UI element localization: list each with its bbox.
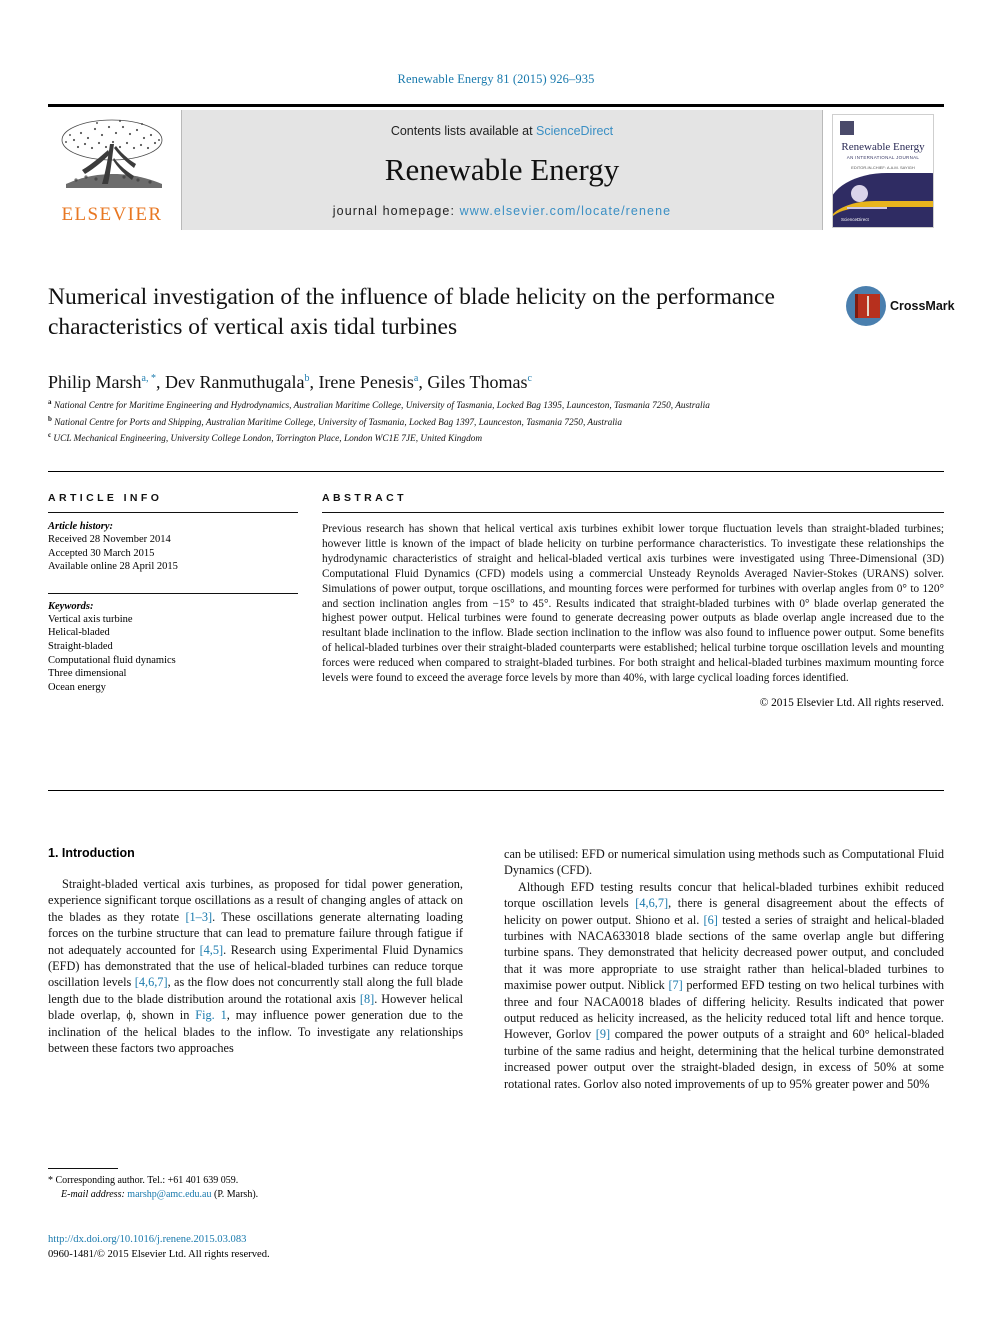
article-history-line: Available online 28 April 2015	[48, 561, 178, 573]
author-affiliation-marker: b	[304, 373, 310, 384]
article-history-line: Accepted 30 March 2015	[48, 547, 155, 559]
keyword-item: Three dimensional	[48, 668, 127, 680]
cover-emblem-icon	[851, 185, 868, 202]
page-title: Numerical investigation of the influence…	[48, 284, 775, 340]
citation-link[interactable]: [8]	[360, 992, 374, 1006]
journal-cover-thumbnail[interactable]: Renewable Energy AN INTERNATIONAL JOURNA…	[822, 110, 944, 230]
journal-band: Contents lists available at ScienceDirec…	[182, 110, 822, 230]
homepage-prefix: journal homepage:	[332, 204, 460, 218]
keyword-item: Straight-bladed	[48, 640, 113, 652]
abstract-heading: ABSTRACT	[322, 492, 407, 504]
affiliation-marker: c	[48, 431, 52, 440]
journal-title: Renewable Energy	[384, 152, 620, 187]
email-link[interactable]: marshp@amc.edu.au	[127, 1189, 211, 1200]
contents-available-line: Contents lists available at ScienceDirec…	[182, 124, 822, 138]
doi-block: http://dx.doi.org/10.1016/j.renene.2015.…	[48, 1233, 468, 1262]
affiliation-marker: a	[48, 398, 52, 406]
cover-journal-subtitle: AN INTERNATIONAL JOURNAL	[846, 155, 920, 160]
author-name: Dev Ranmuthugala	[164, 372, 305, 392]
running-head: Renewable Energy 81 (2015) 926–935	[397, 72, 595, 86]
article-history-lines: Received 28 November 2014 Accepted 30 Mar…	[48, 533, 298, 574]
sciencedirect-link[interactable]: ScienceDirect	[536, 124, 613, 138]
keywords-label: Keywords:	[48, 600, 94, 612]
cover-badge-icon	[840, 121, 854, 135]
journal-masthead: ELSEVIER Contents lists available at Sci…	[48, 104, 944, 230]
footnote-text: * Corresponding author. Tel.: +61 401 63…	[48, 1174, 463, 1201]
affiliation-line: c UCL Mechanical Engineering, University…	[48, 431, 483, 445]
cover-divider	[847, 207, 887, 209]
doi-link[interactable]: http://dx.doi.org/10.1016/j.renene.2015.…	[48, 1233, 468, 1248]
crossmark-label: CrossMark	[890, 299, 955, 313]
info-section-top-rule	[48, 471, 944, 472]
article-page: Renewable Energy 81 (2015) 926–935 ELSEV…	[0, 0, 992, 1323]
author-affiliation-marker: c	[527, 373, 532, 384]
title-block: Numerical investigation of the influence…	[48, 282, 828, 342]
abstract-copyright: © 2015 Elsevier Ltd. All rights reserved…	[759, 696, 944, 709]
citation-link[interactable]: [4,5]	[200, 943, 224, 957]
cover-journal-title: Renewable Energy	[841, 141, 925, 153]
abstract-text: Previous research has shown that helical…	[322, 523, 944, 685]
crossmark-book-icon	[855, 294, 880, 318]
abstract-column: ABSTRACT Previous research has shown tha…	[322, 492, 944, 709]
body-column-right: can be utilised: EFD or numerical simula…	[504, 846, 944, 1092]
crossmark-badge[interactable]: CrossMark	[846, 286, 955, 328]
author-list: Philip Marsha, *, Dev Ranmuthugalab, Ire…	[48, 372, 532, 392]
email-suffix: (P. Marsh).	[211, 1188, 259, 1200]
footnote-rule	[48, 1168, 118, 1169]
intro-paragraphs-right: can be utilised: EFD or numerical simula…	[504, 846, 944, 1092]
abstract-rule	[322, 512, 944, 513]
body-paragraph: Although EFD testing results concur that…	[504, 879, 945, 1091]
author-name: Giles Thomas	[427, 372, 528, 392]
elsevier-wordmark: ELSEVIER	[61, 204, 163, 225]
citation-link[interactable]: Fig. 1	[195, 1008, 227, 1022]
author-affiliation-marker: a, *	[141, 373, 156, 384]
corresponding-author-footnote: * Corresponding author. Tel.: +61 401 63…	[48, 1168, 463, 1201]
keywords-rule	[48, 592, 298, 594]
author-name: Philip Marsh	[48, 372, 142, 392]
corresponding-author-line: * Corresponding author. Tel.: +61 401 63…	[48, 1175, 239, 1186]
homepage-url-link[interactable]: www.elsevier.com/locate/renene	[460, 204, 672, 218]
keyword-item: Vertical axis turbine	[48, 613, 133, 625]
citation-link[interactable]: [7]	[668, 978, 682, 992]
affiliation-marker: b	[48, 414, 52, 423]
article-info-column: ARTICLE INFO Article history: Received 2…	[48, 492, 298, 694]
article-history-label: Article history:	[48, 521, 114, 532]
affiliation-line: b National Centre for Ports and Shipping…	[48, 414, 623, 428]
keyword-item: Helical-bladed	[48, 627, 110, 639]
affiliation-list: a National Centre for Maritime Engineeri…	[48, 396, 938, 446]
contents-prefix: Contents lists available at	[390, 124, 537, 138]
crossmark-icon	[846, 286, 886, 326]
email-line: E-mail address: marshp@amc.edu.au (P. Ma…	[61, 1188, 258, 1202]
body-paragraph: Straight-bladed vertical axis turbines, …	[48, 877, 464, 1056]
intro-paragraphs-left: Straight-bladed vertical axis turbines, …	[48, 876, 463, 1056]
citation-link[interactable]: [1–3]	[185, 910, 212, 924]
citation-link[interactable]: [6]	[704, 913, 718, 927]
article-history-line: Received 28 November 2014	[48, 534, 171, 545]
keyword-item: Computational fluid dynamics	[48, 654, 176, 666]
author-name: Irene Penesis	[318, 372, 414, 392]
keyword-item: Ocean energy	[48, 681, 106, 693]
info-section-bottom-rule	[48, 790, 944, 791]
citation-link[interactable]: [9]	[596, 1027, 610, 1041]
article-info-heading: ARTICLE INFO	[48, 492, 163, 504]
keywords-lines: Vertical axis turbine Helical-bladed Strai…	[48, 613, 298, 695]
citation-link[interactable]: [4,6,7]	[135, 975, 168, 989]
body-paragraph: can be utilised: EFD or numerical simula…	[504, 847, 944, 878]
affiliation-line: a National Centre for Maritime Engineeri…	[48, 398, 710, 412]
keywords-block: Keywords: Vertical axis turbine Helical-b…	[48, 592, 298, 695]
author-affiliation-marker: a	[413, 373, 419, 384]
cover-footer-label: ScienceDirect	[841, 217, 869, 222]
elsevier-tree-icon	[61, 119, 163, 188]
issn-copyright-line: 0960-1481/© 2015 Elsevier Ltd. All right…	[48, 1248, 270, 1260]
cover-journal-editor: EDITOR-IN-CHIEF: A.A.M. SAYIGH	[851, 165, 915, 170]
section-heading-introduction: 1. Introduction	[48, 846, 135, 860]
article-info-rule	[48, 512, 298, 513]
journal-homepage-line: journal homepage: www.elsevier.com/locat…	[182, 204, 822, 218]
elsevier-logo: ELSEVIER	[48, 110, 182, 230]
journal-cover-art: Renewable Energy AN INTERNATIONAL JOURNA…	[832, 114, 934, 228]
citation-link[interactable]: [4,6,7]	[635, 896, 668, 910]
body-column-left: 1. Introduction Straight-bladed vertical…	[48, 846, 463, 1056]
email-label: E-mail address:	[61, 1188, 125, 1200]
